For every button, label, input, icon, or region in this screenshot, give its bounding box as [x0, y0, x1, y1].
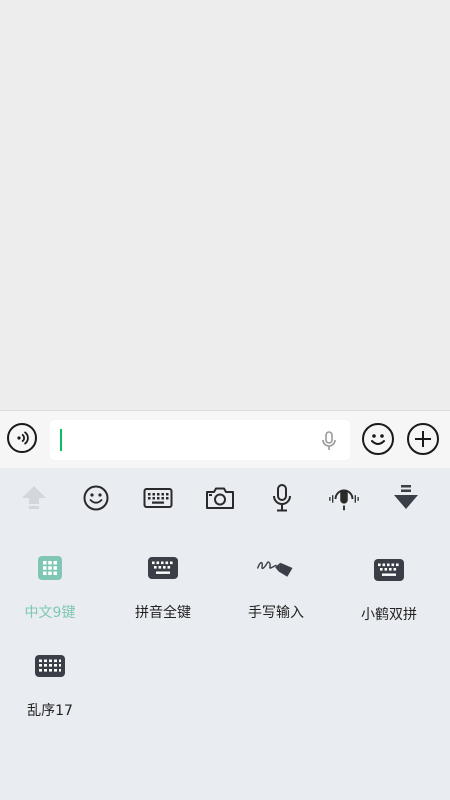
- chat-input-bar: [0, 410, 450, 468]
- emoji-icon: [83, 485, 109, 511]
- layout-option-xiaohe-shuangpin[interactable]: 小鹤双拼: [339, 550, 439, 640]
- camera-button[interactable]: [204, 482, 236, 514]
- hide-keyboard-button[interactable]: [390, 482, 422, 514]
- toolbar-emoji-button[interactable]: [80, 482, 112, 514]
- handwriting-pen-icon: [257, 561, 293, 577]
- hide-keyboard-icon: [394, 485, 418, 509]
- full-keyboard-icon: [148, 557, 178, 579]
- layout-option-handwriting[interactable]: 手写输入: [226, 548, 326, 638]
- layout-option-pinyin-full[interactable]: 拼音全键: [113, 548, 213, 638]
- voice-toggle-button[interactable]: [7, 423, 37, 453]
- keyboard-toolbar: [0, 468, 450, 528]
- layout-label: 拼音全键: [135, 605, 191, 621]
- text-caret: [60, 429, 62, 451]
- ime-keyboard-panel: 中文9键 拼音全键 手写输入 小鹤双拼 乱序17: [0, 468, 450, 800]
- voice-translate-button[interactable]: [328, 482, 360, 514]
- numpad-grid-icon: [38, 556, 62, 580]
- layout-label: 小鹤双拼: [361, 607, 417, 623]
- keyboard-icon: [143, 488, 173, 508]
- toolbar-keyboard-button[interactable]: [142, 482, 174, 514]
- full-keyboard-icon: [374, 559, 404, 581]
- plus-icon: [415, 431, 431, 447]
- layout-label: 乱序17: [27, 703, 73, 719]
- emoji-icon: [371, 434, 385, 445]
- camera-icon: [206, 487, 234, 509]
- emoji-button[interactable]: [362, 423, 394, 455]
- layout-label: 手写输入: [248, 605, 304, 621]
- layout-label: 中文9键: [24, 605, 76, 621]
- chat-screen: 中文9键 拼音全键 手写输入 小鹤双拼 乱序17: [0, 0, 450, 800]
- layout-option-shuffled-17[interactable]: 乱序17: [0, 646, 100, 736]
- layout-option-chinese-9key[interactable]: 中文9键: [0, 548, 100, 638]
- podcast-icon: [329, 489, 359, 511]
- microphone-icon[interactable]: [320, 430, 338, 452]
- shift-up-button[interactable]: [18, 482, 50, 514]
- microphone-icon: [273, 484, 291, 512]
- voice-input-button[interactable]: [266, 482, 298, 514]
- message-input[interactable]: [50, 420, 350, 460]
- shift-up-arrow-icon: [22, 486, 46, 509]
- compact-keyboard-icon: [35, 655, 65, 677]
- more-actions-button[interactable]: [407, 423, 439, 455]
- chat-message-area[interactable]: [0, 0, 450, 410]
- voice-icon: [17, 431, 29, 445]
